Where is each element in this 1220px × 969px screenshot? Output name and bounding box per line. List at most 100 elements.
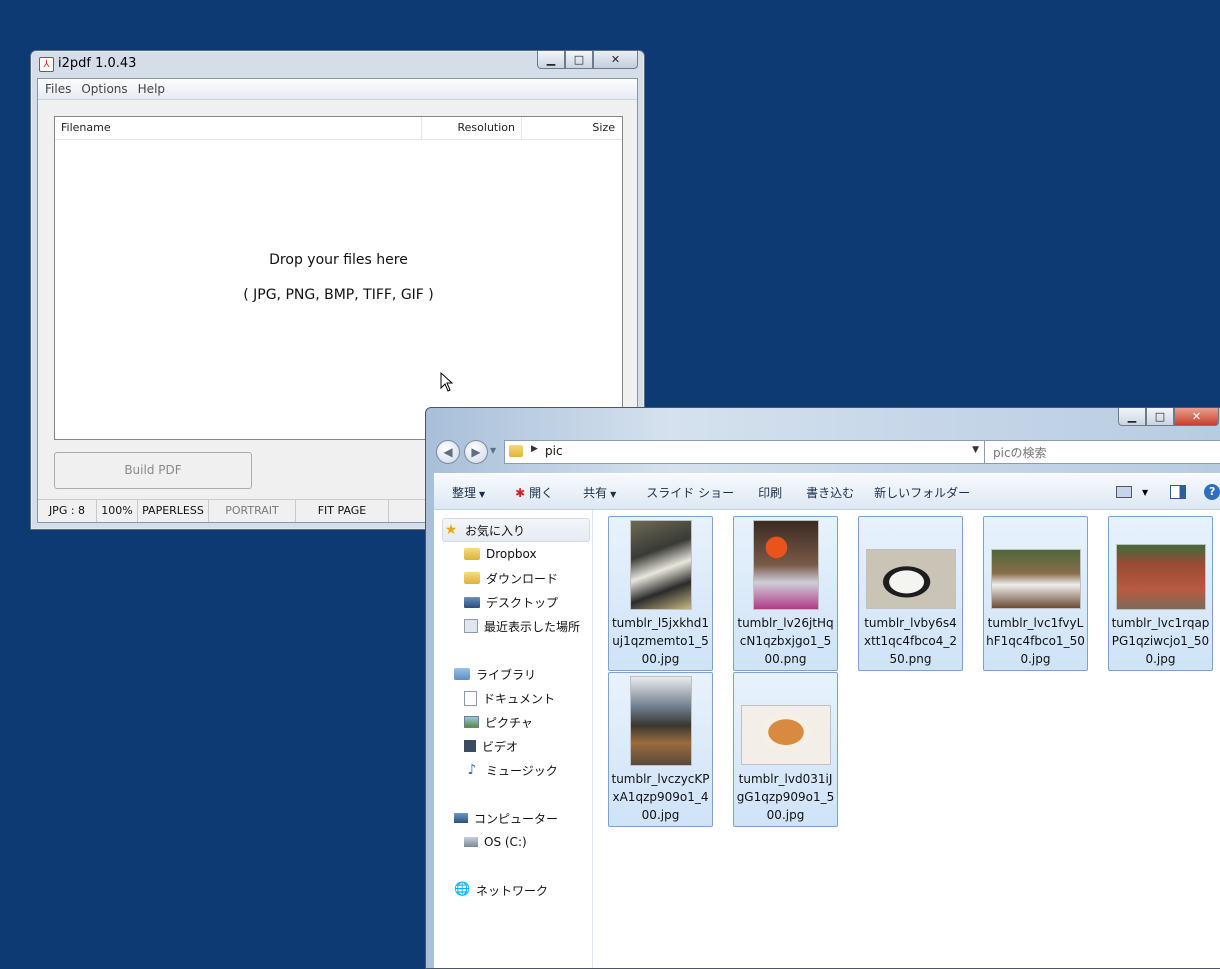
change-view-icon[interactable] <box>1116 486 1132 498</box>
menu-help[interactable]: Help <box>133 82 170 96</box>
build-pdf-button[interactable]: Build PDF <box>54 452 252 489</box>
print-button[interactable]: 印刷 <box>744 484 792 501</box>
file-thumbnail[interactable]: tumblr_lvc1fvyLhF1qc4fbco1_500.jpg <box>983 516 1088 671</box>
folder-icon <box>509 445 523 457</box>
minimize-button[interactable]: ▁ <box>537 51 565 69</box>
nav-documents[interactable]: ドキュメント <box>464 687 555 709</box>
nav-network[interactable]: 🌐 ネットワーク <box>454 879 548 901</box>
music-icon: ♪ <box>467 762 477 778</box>
nav-desktop[interactable]: デスクトップ <box>464 591 558 613</box>
pictures-icon <box>464 716 479 728</box>
mouse-cursor-icon <box>440 372 454 392</box>
breadcrumb[interactable]: pic <box>545 444 563 458</box>
organize-button[interactable]: 整理 ▼ <box>434 484 495 501</box>
slideshow-button[interactable]: スライド ショー <box>626 484 744 501</box>
status-file-count: JPG : 8 <box>38 500 97 522</box>
file-drop-list[interactable]: Filename Resolution Size Drop your files… <box>54 116 623 440</box>
explorer-minimize-button[interactable]: ▁ <box>1118 408 1146 426</box>
explorer-caption-buttons: ▁ □ ✕ <box>1118 408 1219 426</box>
nav-videos[interactable]: ビデオ <box>464 735 518 757</box>
preview-pane-icon[interactable] <box>1170 485 1187 499</box>
status-zoom[interactable]: 100% <box>97 500 138 522</box>
file-name: tumblr_l5jxkhd1uj1qzmemto1_500.jpg <box>611 616 710 666</box>
window-title: i2pdf 1.0.43 <box>58 56 137 71</box>
share-button[interactable]: 共有 ▼ <box>563 484 626 501</box>
nav-drive-label: OS (C:) <box>484 835 527 849</box>
status-paper[interactable]: PAPERLESS <box>138 500 209 522</box>
file-thumbnail[interactable]: tumblr_lvby6s4xtt1qc4fbco4_250.png <box>858 516 963 671</box>
shiba-dog-photo-thumbnail <box>740 705 831 765</box>
file-thumbnail[interactable]: tumblr_l5jxkhd1uj1qzmemto1_500.jpg <box>608 516 713 671</box>
caption-buttons: ▁ □ ✕ <box>537 51 638 69</box>
file-name: tumblr_lvczycKPxA1qzp909o1_400.jpg <box>611 772 710 822</box>
nav-recent-label: 最近表示した場所 <box>484 619 581 634</box>
dogs-photo-thumbnail <box>629 676 692 766</box>
recent-pages-dropdown-icon[interactable]: ▼ <box>490 446 496 455</box>
recent-places-icon <box>464 619 478 633</box>
nav-network-label: ネットワーク <box>476 883 549 898</box>
search-box[interactable] <box>984 440 1220 464</box>
back-button[interactable]: ◀ <box>436 440 460 464</box>
nav-downloads[interactable]: ダウンロード <box>464 567 558 589</box>
address-bar[interactable]: ▶ pic ▼ <box>504 440 986 464</box>
search-input[interactable] <box>991 443 1195 463</box>
nav-recent-places[interactable]: 最近表示した場所 <box>464 615 580 637</box>
open-app-icon: ✱ <box>515 485 526 500</box>
maximize-button[interactable]: □ <box>565 51 593 69</box>
drop-formats: ( JPG, PNG, BMP, TIFF, GIF ) <box>243 287 434 303</box>
nav-computer[interactable]: コンピューター <box>454 807 558 829</box>
navigation-pane: ★ お気に入り Dropbox ダウンロード デスクトップ 最近表示した場所 ライ… <box>434 510 593 968</box>
file-name: tumblr_lv26jtHqcN1qzbxjgo1_500.png <box>737 616 834 666</box>
file-name: tumblr_lvc1fvyLhF1qc4fbco1_500.jpg <box>986 616 1085 666</box>
help-icon[interactable]: ? <box>1204 484 1220 500</box>
library-icon <box>454 668 470 680</box>
folder-icon <box>464 548 480 560</box>
file-thumbnail[interactable]: tumblr_lvc1rqapPG1qziwcjo1_500.jpg <box>1108 516 1213 671</box>
menu-options[interactable]: Options <box>76 82 132 96</box>
address-dropdown-icon[interactable]: ▼ <box>972 445 979 455</box>
nav-pictures[interactable]: ピクチャ <box>464 711 533 733</box>
nav-drive-c[interactable]: OS (C:) <box>464 831 527 853</box>
file-thumbnail[interactable]: tumblr_lvczycKPxA1qzp909o1_400.jpg <box>608 672 713 827</box>
computer-icon <box>454 813 468 823</box>
network-icon: 🌐 <box>454 882 471 897</box>
nav-music[interactable]: ♪ ミュージック <box>464 759 558 781</box>
explorer-maximize-button[interactable]: □ <box>1146 408 1174 426</box>
i2pdf-titlebar[interactable]: ⅄ i2pdf 1.0.43 ▁ □ ✕ <box>31 51 644 77</box>
close-button[interactable]: ✕ <box>593 51 638 69</box>
column-resolution[interactable]: Resolution <box>422 117 522 139</box>
burn-button[interactable]: 書き込む <box>792 484 864 501</box>
nav-favorites[interactable]: ★ お気に入り <box>442 518 590 542</box>
file-thumbnail[interactable]: tumblr_lvd031iJgG1qzp909o1_500.jpg <box>733 672 838 827</box>
column-size[interactable]: Size <box>522 117 622 139</box>
open-button[interactable]: ✱ 開く <box>495 484 563 501</box>
explorer-close-button[interactable]: ✕ <box>1174 408 1219 426</box>
panda-cubs-photo-thumbnail <box>990 549 1081 609</box>
column-filename[interactable]: Filename <box>55 117 422 139</box>
chevron-down-icon[interactable]: ▼ <box>1142 488 1148 497</box>
document-icon <box>464 690 477 706</box>
desktop-icon <box>464 596 480 608</box>
nav-dropbox[interactable]: Dropbox <box>464 543 537 565</box>
file-thumbnail[interactable]: tumblr_lv26jtHqcN1qzbxjgo1_500.png <box>733 516 838 671</box>
star-icon: ★ <box>444 522 458 538</box>
status-fit[interactable]: FIT PAGE <box>296 500 389 522</box>
nav-libraries[interactable]: ライブラリ <box>454 663 536 685</box>
explorer-body: ★ お気に入り Dropbox ダウンロード デスクトップ 最近表示した場所 ライ… <box>434 509 1220 968</box>
breadcrumb-arrow-icon[interactable]: ▶ <box>531 444 538 454</box>
cat-photo-thumbnail <box>629 520 692 610</box>
nav-music-label: ミュージック <box>486 763 558 778</box>
status-orientation[interactable]: PORTRAIT <box>209 500 296 522</box>
new-folder-button[interactable]: 新しいフォルダー <box>864 484 980 501</box>
forward-button[interactable]: ▶ <box>464 440 488 464</box>
file-name: tumblr_lvc1rqapPG1qziwcjo1_500.jpg <box>1111 616 1210 666</box>
cat-toy-photo-thumbnail <box>752 520 819 610</box>
menu-files[interactable]: Files <box>40 82 76 96</box>
panda-photo-thumbnail <box>865 549 956 609</box>
downloads-folder-icon <box>464 572 480 584</box>
menu-bar: Files Options Help <box>38 79 637 100</box>
nav-downloads-label: ダウンロード <box>486 571 559 586</box>
nav-computer-label: コンピューター <box>474 811 559 826</box>
list-header: Filename Resolution Size <box>55 117 622 140</box>
nav-documents-label: ドキュメント <box>483 691 556 706</box>
